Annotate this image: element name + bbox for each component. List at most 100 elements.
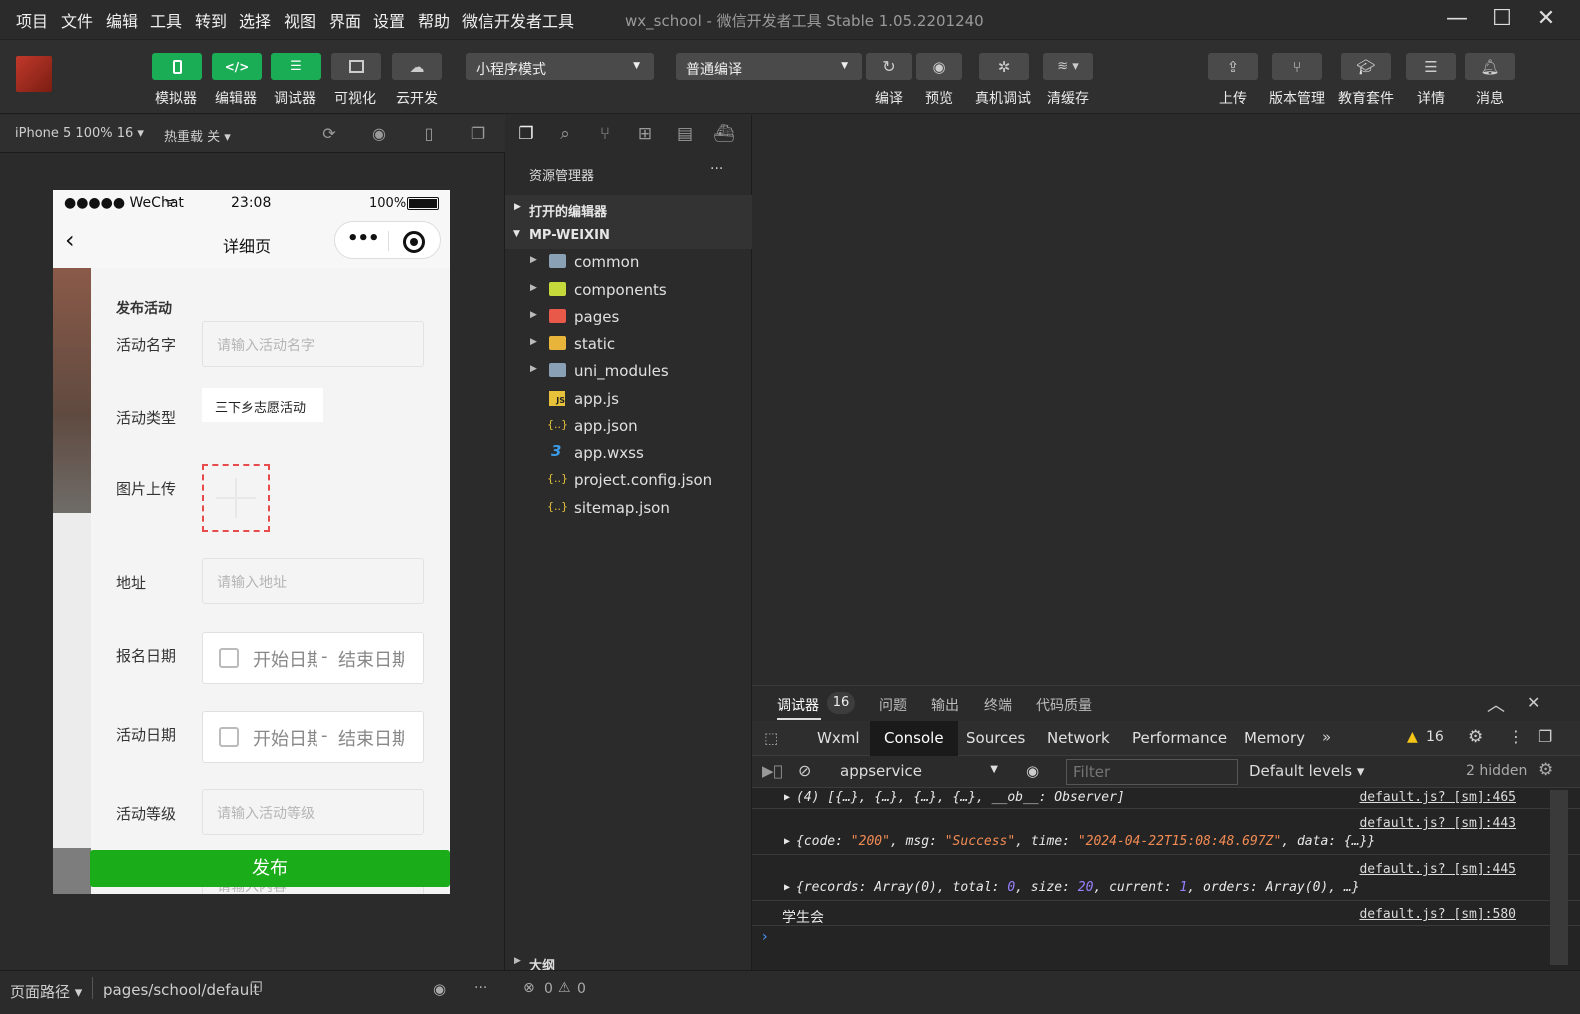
tab-console[interactable]: Console — [870, 721, 958, 756]
copy-icon[interactable]: ❐ — [250, 980, 263, 996]
close-circle-icon[interactable] — [403, 231, 425, 253]
tab-wxml[interactable]: Wxml — [803, 721, 874, 756]
stop-icon[interactable]: ◉ — [369, 124, 389, 144]
menu-item[interactable]: 微信开发者工具 — [462, 8, 574, 32]
menu-item[interactable]: 帮助 — [418, 8, 450, 32]
maximize-icon[interactable]: ☐ — [1487, 6, 1517, 31]
editor-toggle-button[interactable]: </> — [212, 53, 262, 80]
log-source-link[interactable]: default.js? [sm]:580 — [1359, 907, 1516, 922]
signup-date-picker[interactable]: 开始日期 - 结束日期 — [202, 632, 424, 684]
inspect-icon[interactable]: ⬚ — [764, 729, 778, 747]
tab-problems[interactable]: 问题 — [879, 695, 907, 715]
search-icon[interactable]: ⌕ — [553, 124, 577, 148]
kebab-icon[interactable]: ⋮ — [1508, 727, 1524, 746]
page-path-select[interactable]: 页面路径 ▾ — [10, 981, 82, 1002]
outline-section[interactable]: ▶ 大纲 — [505, 952, 752, 974]
phone-icon[interactable]: ▯ — [419, 124, 439, 144]
sidebar-toggle-icon[interactable]: ▶⃞ — [762, 762, 783, 780]
open-editors-section[interactable]: ▶ 打开的编辑器 — [505, 195, 752, 222]
debugger-toggle-button[interactable]: ☰ — [271, 53, 321, 80]
type-picker[interactable]: 三下乡志愿活动 — [202, 388, 323, 422]
menu-item[interactable]: 文件 — [61, 8, 93, 32]
version-button[interactable]: ⑂ — [1272, 53, 1322, 80]
error-icon[interactable]: ⊗ — [523, 980, 535, 996]
dock-icon[interactable]: ❐ — [1538, 727, 1552, 746]
menu-item[interactable]: 设置 — [373, 8, 405, 32]
more-icon[interactable]: ••• — [347, 228, 380, 249]
more-icon[interactable]: ··· — [474, 980, 487, 996]
eye-icon[interactable]: ◉ — [1026, 762, 1039, 780]
console-log-row[interactable]: default.js? [sm]:445 ▶ {records: Array(0… — [752, 862, 1580, 908]
close-icon[interactable]: ✕ — [1531, 6, 1561, 31]
remote-debug-button[interactable]: ✲ — [979, 53, 1029, 80]
messages-button[interactable]: 🔔︎ — [1465, 53, 1515, 80]
compile-button[interactable]: ↻ — [866, 53, 912, 80]
expand-icon[interactable]: ▶ — [784, 836, 790, 847]
menu-item[interactable]: 项目 — [16, 8, 48, 32]
filter-input[interactable] — [1066, 759, 1238, 785]
activity-date-picker[interactable]: 开始日期 - 结束日期 — [202, 711, 424, 763]
log-source-link[interactable]: default.js? [sm]:443 — [1359, 816, 1516, 831]
gear-icon[interactable]: ⚙ — [1468, 727, 1483, 747]
menu-item[interactable]: 视图 — [284, 8, 316, 32]
source-control-icon[interactable]: ⑂ — [593, 124, 617, 148]
more-icon[interactable]: ··· — [710, 161, 723, 177]
log-source-link[interactable]: default.js? [sm]:465 — [1359, 790, 1516, 805]
visual-button[interactable] — [331, 53, 381, 80]
details-button[interactable]: ☰ — [1406, 53, 1456, 80]
console-scrollbar[interactable] — [1550, 790, 1568, 965]
tab-debugger[interactable]: 调试器 — [777, 695, 819, 715]
cloud-button[interactable]: ☁ — [392, 53, 442, 80]
menu-item[interactable]: 工具 — [150, 8, 182, 32]
clear-console-icon[interactable]: ⊘ — [798, 761, 811, 780]
menu-item[interactable]: 选择 — [239, 8, 271, 32]
tab-terminal[interactable]: 终端 — [984, 695, 1012, 715]
menu-item[interactable]: 编辑 — [106, 8, 138, 32]
menu-item[interactable]: 界面 — [329, 8, 361, 32]
education-button[interactable]: 🎓︎ — [1341, 53, 1391, 80]
tab-performance[interactable]: Performance — [1118, 721, 1241, 756]
window-icon[interactable]: ❐ — [468, 124, 488, 144]
tab-code-quality[interactable]: 代码质量 — [1036, 695, 1092, 715]
files-icon[interactable]: ❐ — [514, 124, 538, 148]
level-input[interactable]: 请输入活动等级 — [202, 789, 424, 835]
collapse-icon[interactable]: ︿ — [1487, 691, 1505, 717]
log-source-link[interactable]: default.js? [sm]:445 — [1359, 862, 1516, 877]
device-select[interactable]: iPhone 5 100% 16 ▾ — [15, 126, 144, 141]
tree-folder-common[interactable]: ▶ common — [505, 249, 752, 276]
rotate-icon[interactable]: ⟳ — [319, 124, 339, 144]
tree-folder-static[interactable]: ▶ static — [505, 331, 752, 358]
expand-icon[interactable]: ▶ — [784, 792, 790, 803]
simulator-toggle-button[interactable] — [152, 53, 202, 80]
extensions-icon[interactable]: ⊞ — [633, 124, 657, 148]
tree-file-project-config[interactable]: {..} project.config.json — [505, 467, 752, 494]
menu-item[interactable]: 转到 — [195, 8, 227, 32]
compile-select[interactable]: 普通编译 ▼ — [676, 53, 862, 80]
tree-file-app-js[interactable]: JS app.js — [505, 386, 752, 413]
expand-icon[interactable]: ▶ — [784, 882, 790, 893]
tree-folder-components[interactable]: ▶ components — [505, 277, 752, 304]
levels-select[interactable]: Default levels ▾ — [1249, 762, 1364, 780]
tree-folder-uni-modules[interactable]: ▶ uni_modules — [505, 358, 752, 385]
hot-reload-select[interactable]: 热重载 关 ▾ — [164, 126, 231, 145]
tree-file-app-wxss[interactable]: 3 app.wxss — [505, 440, 752, 467]
context-select[interactable]: appservice ▼ — [834, 760, 1006, 784]
minimize-icon[interactable]: — — [1442, 6, 1472, 31]
close-icon[interactable]: ✕ — [1527, 693, 1540, 712]
clear-cache-button[interactable]: ≋ ▾ — [1043, 53, 1093, 80]
warning-icon[interactable]: ⚠ — [558, 980, 571, 996]
eye-icon[interactable]: ◉ — [433, 980, 446, 998]
console-prompt-icon[interactable]: › — [762, 929, 768, 945]
image-upload[interactable] — [202, 464, 270, 532]
docker-icon[interactable]: ⛴︎ — [712, 124, 736, 148]
tab-sources[interactable]: Sources — [952, 721, 1039, 756]
upload-button[interactable]: ⇪ — [1208, 53, 1258, 80]
console-log-row[interactable]: default.js? [sm]:443 ▶ {code: "200", msg… — [752, 816, 1580, 862]
preview-button[interactable]: ◉ — [916, 53, 962, 80]
mode-select[interactable]: 小程序模式 ▼ — [466, 53, 654, 80]
tab-output[interactable]: 输出 — [931, 695, 959, 715]
project-section[interactable]: ▼ MP-WEIXIN — [505, 222, 752, 249]
back-icon[interactable]: ‹ — [65, 226, 75, 254]
tree-file-sitemap[interactable]: {..} sitemap.json — [505, 495, 752, 522]
tab-memory[interactable]: Memory — [1230, 721, 1319, 756]
